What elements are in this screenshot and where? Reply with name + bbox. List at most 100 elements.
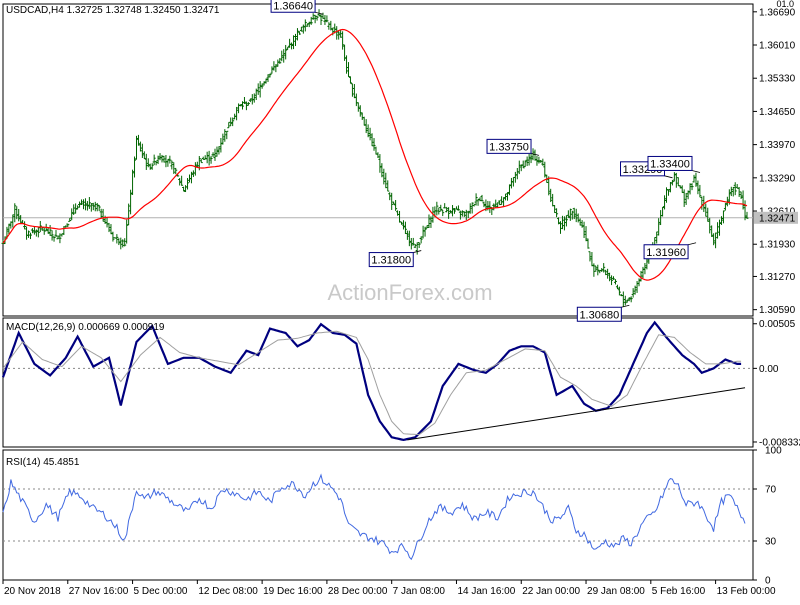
price-y-tick-label: 1.34650 (759, 107, 796, 118)
price-bar (476, 198, 480, 206)
price-bar (403, 221, 407, 235)
price-bar (266, 74, 270, 83)
price-bar (76, 205, 80, 210)
price-bar (735, 184, 739, 189)
x-tick-label: 20 Nov 2018 (4, 586, 61, 597)
price-bar (325, 15, 329, 23)
x-tick-label: 13 Feb 00:00 (717, 586, 776, 597)
price-bar (121, 239, 125, 248)
price-bar (670, 179, 674, 186)
price-bar (443, 203, 447, 209)
chart-svg: 1.36640 1.31800 1.33750 1.30680 1.33290 1.319… (1, 0, 800, 597)
price-bar (343, 44, 347, 61)
price-bar (301, 24, 305, 34)
price-bar (286, 46, 290, 50)
price-bar (345, 55, 349, 74)
price-bar (23, 221, 27, 230)
price-bar (97, 204, 101, 212)
price-bar (398, 210, 402, 223)
price-bar (13, 203, 17, 223)
price-bar (27, 230, 31, 238)
price-bar (362, 116, 366, 126)
price-y-tick-label: 1.31270 (759, 272, 796, 283)
price-bar (235, 106, 239, 121)
price-bar (631, 288, 635, 298)
price-bar (352, 84, 356, 99)
price-bar (400, 221, 404, 225)
x-axis-line (3, 580, 753, 581)
annotation-label: 1.31800 (371, 255, 411, 267)
pane-frame-1 (2, 3, 754, 317)
price-bar (578, 218, 582, 226)
price-bar (127, 203, 131, 226)
price-bar (293, 33, 297, 46)
price-bar (303, 19, 307, 32)
price-annotation: 1.30680 (576, 304, 630, 322)
price-bar (268, 73, 272, 78)
price-bar (509, 177, 513, 189)
price-bar (586, 238, 590, 249)
price-bar (374, 146, 378, 155)
price-bar (472, 203, 476, 207)
price-bar (225, 130, 229, 140)
price-bar (682, 189, 686, 207)
x-tick-label: 7 Jan 08:00 (393, 586, 446, 597)
price-bar (229, 117, 233, 127)
price-bar (182, 186, 186, 192)
price-bar (451, 205, 455, 217)
price-bar (99, 208, 103, 219)
rsi-line (2, 473, 746, 561)
price-bar (549, 188, 553, 203)
price-bar (637, 278, 641, 287)
price-bar (186, 178, 190, 190)
price-bar (105, 217, 109, 228)
annotation-leader (621, 304, 630, 308)
price-bar (608, 272, 612, 282)
x-tick-label: 28 Dec 00:00 (328, 586, 388, 597)
price-bar (144, 153, 148, 170)
price-bar (360, 112, 364, 121)
rsi-title: RSI(14) 45.4851 (6, 457, 80, 468)
price-bar (612, 276, 616, 280)
price-bar (382, 168, 386, 185)
price-bar (521, 160, 525, 169)
x-tick-label: 12 Dec 08:00 (198, 586, 258, 597)
price-bar (68, 218, 72, 222)
price-bar (284, 44, 288, 60)
price-bar (70, 208, 74, 221)
price-bar (81, 199, 85, 210)
price-bar (164, 155, 168, 168)
price-bar (244, 101, 248, 111)
price-bar (152, 154, 156, 166)
price-bar (580, 220, 584, 228)
annotation-leader (687, 242, 697, 246)
pane-frame-3 (2, 449, 754, 581)
macd-title: MACD(12,26,9) 0.000669 0.000919 (6, 322, 165, 333)
annotation-label: 1.30680 (579, 309, 619, 321)
price-bar (111, 231, 115, 242)
price-bar (131, 169, 135, 195)
price-bar (154, 160, 158, 166)
price-bar (219, 137, 223, 153)
price-bar (136, 134, 140, 146)
price-bar (692, 174, 696, 183)
price-bar (237, 103, 241, 114)
price-bar (504, 193, 508, 201)
price-bar (193, 162, 197, 176)
price-bar (502, 197, 506, 207)
price-bar (356, 102, 360, 112)
price-bar (372, 138, 376, 151)
price-annotation: 1.31960 (643, 242, 697, 260)
price-bar (254, 88, 258, 100)
price-bar (456, 205, 460, 211)
price-annotation: 1.36640 (270, 0, 324, 15)
price-bar (604, 269, 608, 276)
price-bar (109, 224, 113, 235)
price-bar (15, 206, 19, 220)
price-bar (348, 76, 352, 84)
price-bar (584, 226, 588, 242)
price-bar (85, 201, 89, 211)
price-bar (28, 232, 32, 240)
price-bar (83, 198, 87, 211)
price-bar (559, 221, 563, 234)
